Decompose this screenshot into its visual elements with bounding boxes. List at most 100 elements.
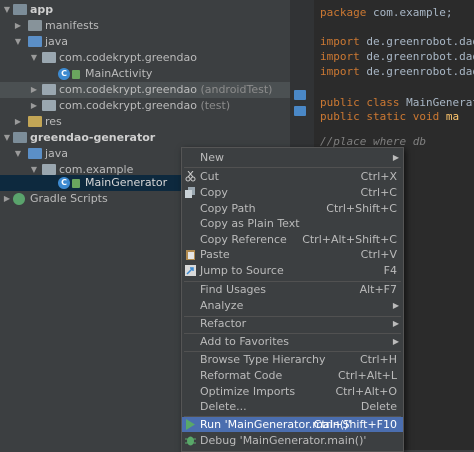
tree-item-package[interactable]: ▼ com.codekrypt.greendao [0,50,290,66]
chevron-right-icon[interactable]: ▶ [30,82,38,98]
menu-item-shortcut: Ctrl+X [360,170,397,183]
code-token: public class [320,96,407,109]
code-token: com.example; [372,6,453,19]
menu-item-optimize-imports[interactable]: Optimize Imports Ctrl+Alt+O [182,384,403,399]
code-line[interactable]: package com.example; [320,5,452,21]
menu-item-label: New [200,151,224,164]
tree-item-package-androidtest[interactable]: ▶ com.codekrypt.greendao (androidTest) [0,82,290,98]
tree-item-res[interactable]: ▶ res [0,114,290,130]
menu-item-cut[interactable]: Cut Ctrl+X [182,169,403,184]
chevron-right-icon[interactable]: ▶ [30,98,38,114]
tree-item-label: greendao-generator [30,131,156,144]
menu-item-new[interactable]: New ▶ [182,150,403,165]
folder-icon [28,20,42,31]
code-token: import [320,50,367,63]
tree-item-app[interactable]: ▼ app [0,2,290,18]
code-line[interactable]: import de.greenrobot.daoc [320,34,474,50]
tree-item-label: res [45,115,62,128]
code-line[interactable]: public static void ma [320,109,459,125]
tree-item-label: java [45,147,69,160]
menu-item-delete[interactable]: Delete... Delete [182,399,403,414]
menu-item-label: Debug 'MainGenerator.main()' [200,434,367,447]
code-line[interactable]: import de.greenrobot.daoc [320,64,474,80]
tree-item-greendao-generator[interactable]: ▼ greendao-generator [0,130,290,146]
code-token: package [320,6,373,19]
menu-item-label: Copy [200,186,228,199]
class-icon: C [58,68,70,80]
chevron-down-icon[interactable]: ▼ [3,130,11,146]
resource-folder-icon [28,116,42,127]
submenu-arrow-icon: ▶ [392,153,399,162]
menu-item-label: Delete... [200,400,247,413]
lock-icon [72,179,80,188]
menu-item-reformat-code[interactable]: Reformat Code Ctrl+Alt+L [182,368,403,383]
module-folder-icon [13,132,27,143]
code-token: de.greenrobot.daoc [366,35,474,48]
chevron-down-icon[interactable]: ▼ [14,146,22,162]
menu-item-shortcut: Ctrl+C [360,186,397,199]
menu-item-shortcut: Ctrl+Alt+L [337,369,397,382]
menu-item-copy-path[interactable]: Copy Path Ctrl+Shift+C [182,201,403,216]
tree-item-manifests[interactable]: ▶ manifests [0,18,290,34]
package-icon [42,52,56,63]
menu-item-add-to-favorites[interactable]: Add to Favorites ▶ [182,334,403,349]
menu-item-shortcut: Ctrl+H [359,353,397,366]
chevron-right-icon[interactable]: ▶ [14,18,22,34]
module-folder-icon [13,4,27,15]
menu-item-analyze[interactable]: Analyze ▶ [182,298,403,313]
chevron-right-icon[interactable]: ▶ [14,114,22,130]
menu-item-copy[interactable]: Copy Ctrl+C [182,185,403,200]
menu-item-label: Find Usages [200,283,267,296]
submenu-arrow-icon: ▶ [392,319,399,328]
debug-icon [185,436,196,446]
chevron-right-icon[interactable]: ▶ [3,191,11,207]
scissors-icon [185,171,196,182]
menu-item-label: Analyze [200,299,244,312]
code-token: de.greenrobot.daoc [366,65,474,78]
menu-item-paste[interactable]: Paste Ctrl+V [182,247,403,262]
menu-item-find-usages[interactable]: Find Usages Alt+F7 [182,282,403,297]
menu-item-jump-to-source[interactable]: Jump to Source F4 [182,263,403,278]
package-icon [42,100,56,111]
menu-item-debug[interactable]: Debug 'MainGenerator.main()' [182,433,403,448]
tree-item-mainactivity[interactable]: C MainActivity [0,66,290,82]
menu-item-shortcut: F4 [383,264,397,277]
run-icon [186,419,195,430]
menu-item-label: Cut [200,170,219,183]
menu-item-refactor[interactable]: Refactor ▶ [182,316,403,331]
menu-item-run[interactable]: Run 'MainGenerator.main()' Ctrl+Shift+F10 [182,417,403,432]
chevron-down-icon[interactable]: ▼ [3,2,11,18]
code-token: ma [445,110,460,123]
tree-item-suffix: (androidTest) [200,83,273,96]
code-token: import [320,35,367,48]
submenu-arrow-icon: ▶ [392,337,399,346]
paste-icon [186,250,195,260]
menu-item-label: Optimize Imports [200,385,296,398]
chevron-down-icon[interactable]: ▼ [14,34,22,50]
bookmark-gutter-icon [294,90,306,100]
chevron-down-icon[interactable]: ▼ [30,50,38,66]
menu-item-label: Paste [200,248,230,261]
source-folder-icon [28,148,42,159]
tree-item-label: app [30,3,54,16]
menu-item-shortcut: Alt+F7 [359,283,397,296]
menu-item-label: Browse Type Hierarchy [200,353,326,366]
tree-item-java[interactable]: ▼ java [0,34,290,50]
code-line[interactable]: import de.greenrobot.daoc [320,49,474,65]
tree-item-label: MainGenerator [85,176,168,189]
menu-item-shortcut: Ctrl+Shift+F10 [313,418,397,431]
package-icon [42,164,56,175]
menu-item-browse-type-hierarchy[interactable]: Browse Type Hierarchy Ctrl+H [182,352,403,367]
tree-item-package-test[interactable]: ▶ com.codekrypt.greendao (test) [0,98,290,114]
menu-item-shortcut: Ctrl+Alt+Shift+C [302,233,397,246]
tree-item-label: com.codekrypt.greendao [59,51,197,64]
menu-item-shortcut: Ctrl+Shift+C [326,202,397,215]
submenu-arrow-icon: ▶ [392,301,399,310]
menu-item-shortcut: Ctrl+V [360,248,397,261]
menu-item-copy-reference[interactable]: Copy Reference Ctrl+Alt+Shift+C [182,232,403,247]
menu-item-label: Copy Path [200,202,256,215]
bookmark-gutter-icon [294,106,306,116]
menu-item-copy-plain-text[interactable]: Copy as Plain Text [182,216,403,231]
tree-item-label: MainActivity [85,67,153,80]
class-icon: C [58,177,70,189]
